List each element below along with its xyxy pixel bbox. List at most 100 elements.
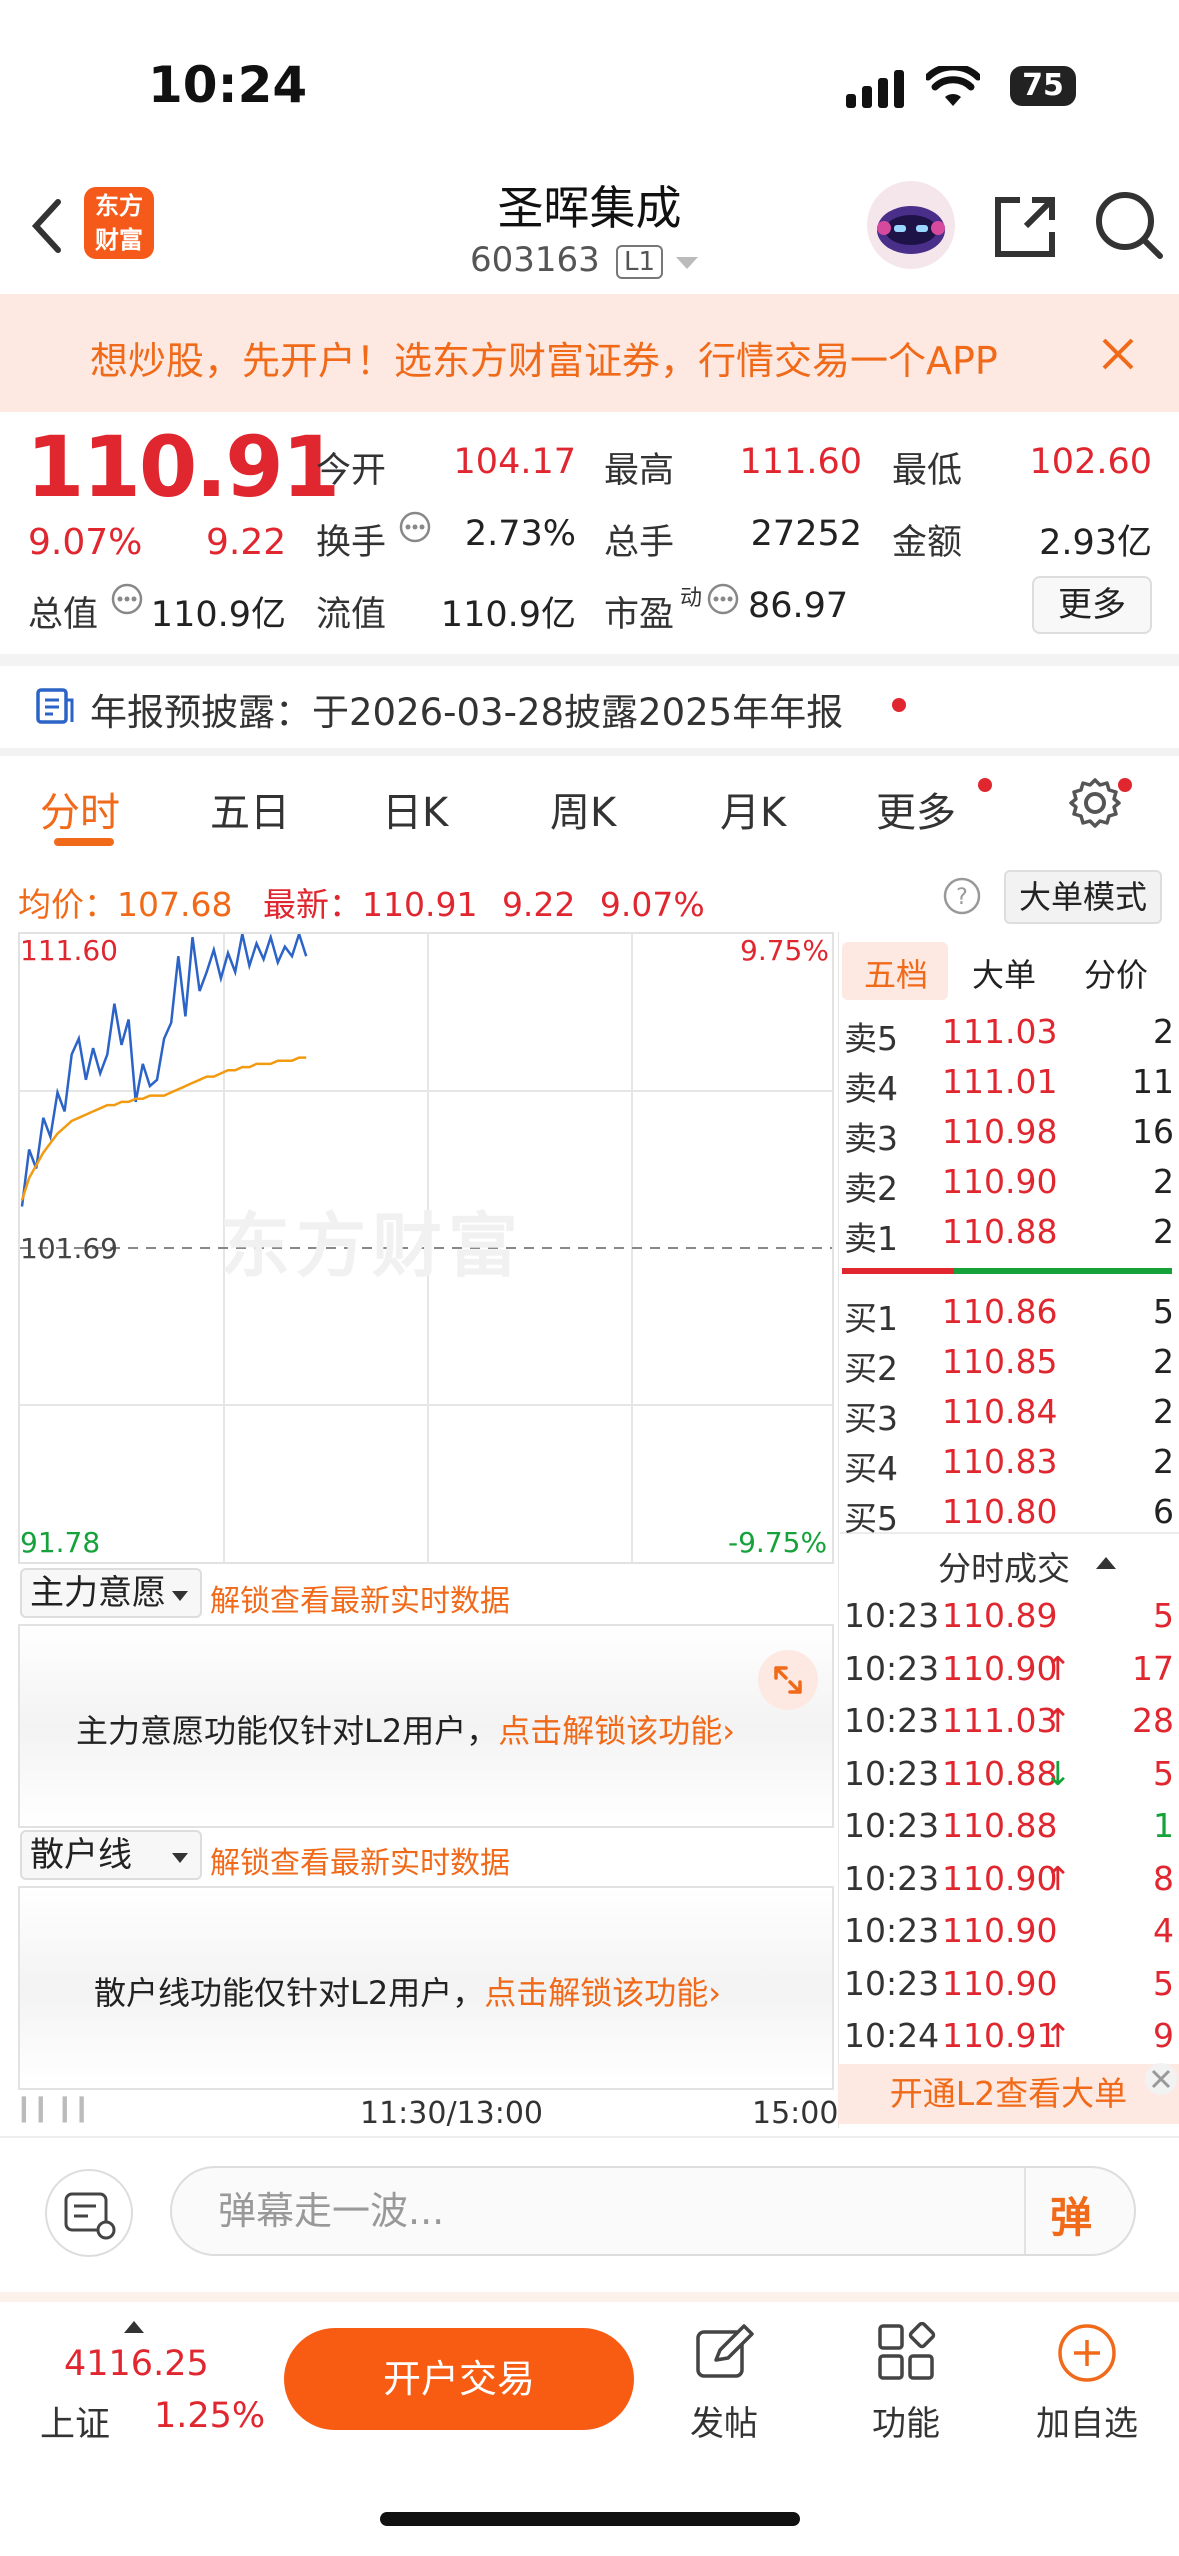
sell-level-price: 110.98 (942, 1112, 1058, 1151)
home-indicator (380, 2512, 800, 2526)
retail-line-desc: 散户线功能仅针对L2用户， (94, 1974, 485, 2012)
tab-five-day[interactable]: 五日 (210, 780, 290, 838)
buy-level-volume: 2 (1153, 1342, 1174, 1381)
tab-more[interactable]: 更多 (876, 780, 956, 838)
tab-price-dist[interactable]: 分价 (1084, 950, 1148, 996)
sell-level-row: 卖3 110.98 16 (844, 1112, 1174, 1162)
comment-list-icon[interactable] (44, 2168, 134, 2262)
buy-level-row: 买3 110.84 2 (844, 1392, 1174, 1442)
trade-row: 10:23 110.90 ↑ 8 (844, 1859, 1174, 1911)
dropdown-caret-icon[interactable] (676, 256, 698, 275)
trade-row: 10:23 110.88 1 (844, 1806, 1174, 1858)
buy-level-label: 买3 (844, 1399, 898, 1438)
sell-level-volume: 2 (1153, 1162, 1174, 1201)
trade-time: 10:23 (844, 1806, 940, 1845)
post-icon[interactable] (694, 2322, 754, 2386)
y-bottom-label: 91.78 (20, 1526, 101, 1559)
select-caret-icon (172, 1588, 188, 1607)
buy-level-row: 买2 110.85 2 (844, 1342, 1174, 1392)
close-banner-icon[interactable] (1100, 336, 1136, 376)
index-name: 上证 (40, 2405, 111, 2445)
trade-row: 10:23 110.90 4 (844, 1911, 1174, 1963)
trade-volume: 8 (1153, 1858, 1174, 1898)
share-icon[interactable] (990, 192, 1060, 266)
active-tab-indicator (54, 838, 114, 846)
avg-price-line (20, 1056, 307, 1201)
tab-intraday[interactable]: 分时 (40, 780, 120, 838)
price-line (20, 934, 308, 1207)
sell-level-label: 卖5 (844, 1019, 898, 1058)
sell-level-row: 卖4 111.01 11 (844, 1062, 1174, 1112)
big-order-mode-button[interactable]: 大单模式 (1004, 870, 1162, 924)
watermark: 东方财富 (220, 1205, 524, 1287)
trade-time: 10:23 (844, 1858, 940, 1898)
retail-line-unlock[interactable]: 点击解锁该功能 (484, 1974, 708, 2012)
buy-level-volume: 2 (1153, 1442, 1174, 1481)
tab-daily-k[interactable]: 日K (382, 780, 448, 838)
buy-level-volume: 6 (1153, 1492, 1174, 1531)
open-value: 104.17 (453, 442, 576, 482)
retail-unlock-link[interactable]: 解锁查看最新实时数据 (210, 1838, 510, 1882)
tab-five-level[interactable]: 五档 (864, 950, 928, 996)
trade-volume: 4 (1153, 1911, 1174, 1950)
level-badge[interactable]: L1 (616, 245, 664, 279)
divider (0, 748, 1179, 756)
post-label[interactable]: 发帖 (664, 2396, 784, 2445)
sell-level-row: 卖5 111.03 2 (844, 1012, 1174, 1062)
main-unlock-link[interactable]: 解锁查看最新实时数据 (210, 1576, 510, 1620)
divider (1024, 2168, 1026, 2254)
info-dots-icon[interactable] (398, 510, 432, 548)
report-notice[interactable]: 年报预披露：于2026-03-28披露2025年年报 (90, 682, 843, 736)
trade-price: 110.90 (942, 1963, 1058, 2003)
trade-row: 10:23 110.90 5 (844, 1964, 1174, 2016)
buy-level-price: 110.86 (942, 1292, 1058, 1331)
trade-row: 10:24 110.91 ↑ 9 (844, 2016, 1174, 2068)
help-icon[interactable]: ? (942, 876, 982, 920)
chevron-right-icon: › (708, 1974, 722, 2012)
function-label[interactable]: 功能 (846, 2396, 966, 2445)
trade-volume: 5 (1153, 1596, 1174, 1635)
sell-level-price: 110.88 (942, 1212, 1058, 1251)
tab-big-order[interactable]: 大单 (972, 950, 1036, 996)
add-watchlist-icon[interactable] (1056, 2322, 1118, 2388)
float-label: 流值 (316, 595, 387, 635)
open-account-trade-button[interactable]: 开户交易 (284, 2328, 634, 2430)
settings-gear-icon[interactable] (1068, 776, 1122, 834)
trades-title[interactable]: 分时成交 (938, 1542, 1070, 1590)
avg-value: 107.68 (117, 885, 233, 924)
more-quote-button[interactable]: 更多 (1032, 576, 1152, 634)
stock-code: 603163 (470, 240, 600, 280)
sell-level-label: 卖4 (844, 1069, 898, 1108)
expand-icon[interactable] (756, 1648, 820, 1716)
add-watchlist-label[interactable]: 加自选 (1027, 2396, 1147, 2445)
mktcap-label: 总值 (28, 595, 99, 635)
trade-price: 110.90 (942, 1648, 1058, 1688)
change-value: 9.22 (206, 522, 287, 563)
sell-level-label: 卖2 (844, 1169, 898, 1208)
pct-bottom-label: -9.75% (728, 1526, 828, 1559)
buy-level-row: 买5 110.80 6 (844, 1492, 1174, 1542)
tab-monthly-k[interactable]: 月K (720, 780, 786, 838)
timeline-handles: ▎▎ ▎▎ (22, 2098, 97, 2123)
trade-price: 110.90 (942, 1858, 1058, 1898)
trade-price: 110.88 (942, 1806, 1058, 1845)
y-mid-label: 101.69 (20, 1232, 118, 1265)
index-value[interactable]: 4116.25 (64, 2344, 209, 2384)
info-dots-icon[interactable] (110, 582, 144, 620)
main-intent-unlock[interactable]: 点击解锁该功能 (498, 1712, 722, 1750)
trade-direction-icon: ↑ (1044, 2016, 1072, 2055)
function-grid-icon[interactable] (876, 2321, 936, 2386)
select-caret-icon (172, 1850, 188, 1869)
comment-input[interactable]: 弹幕走一波... (170, 2166, 1136, 2256)
open-l2-banner[interactable]: 开通L2查看大单 (838, 2064, 1179, 2124)
trade-time: 10:23 (844, 1701, 940, 1740)
danmu-toggle-icon[interactable]: 弹 (1050, 2184, 1092, 2245)
info-dots-icon[interactable] (706, 582, 740, 620)
tab-weekly-k[interactable]: 周K (550, 780, 616, 838)
sell-bar (842, 1268, 954, 1274)
robot-assistant-icon[interactable] (864, 178, 958, 276)
last-pct: 9.07% (599, 885, 705, 924)
y-top-label: 111.60 (20, 934, 118, 967)
search-icon[interactable] (1092, 188, 1166, 266)
signal-icon (846, 70, 908, 112)
